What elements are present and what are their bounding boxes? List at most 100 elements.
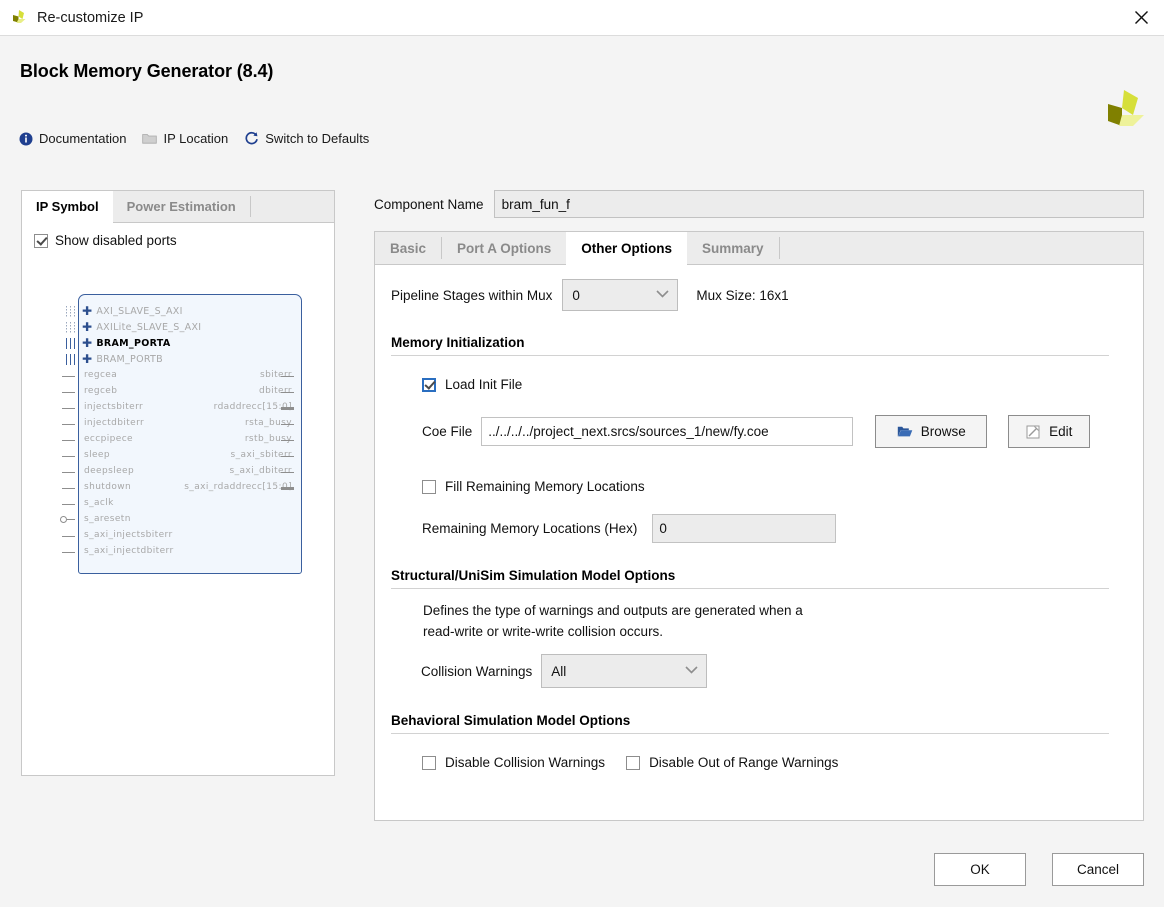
structural-simulation-section: Structural/UniSim Simulation Model Optio… (391, 568, 1125, 688)
interface-row-axi-slave[interactable]: ✚ AXI_SLAVE_S_AXI (82, 305, 183, 317)
port-stub (281, 392, 294, 393)
port-stub (281, 376, 294, 377)
tab-power-estimation-label: Power Estimation (127, 199, 236, 214)
port-label: sbiterr (260, 370, 292, 380)
disable-collision-warnings-label: Disable Collision Warnings (445, 755, 605, 770)
collision-warnings-select[interactable]: All (541, 654, 707, 688)
port-label: injectsbiterr (84, 402, 143, 412)
dialog-footer: OK Cancel (934, 853, 1144, 886)
port-stub-bus (281, 487, 294, 490)
cancel-button[interactable]: Cancel (1052, 853, 1144, 886)
interface-label: BRAM_PORTA (96, 338, 170, 349)
options-panel: Component Name bram_fun_f Basic Port A O… (374, 156, 1144, 821)
active-low-bubble-icon (60, 516, 67, 523)
structural-description-line-2: read-write or write-write collision occu… (423, 621, 1125, 642)
show-disabled-ports-checkbox[interactable] (34, 234, 48, 248)
disable-collision-warnings-row[interactable]: Disable Collision Warnings (422, 755, 605, 770)
port-label: s_axi_sbiterr (231, 450, 292, 460)
tab-ip-symbol[interactable]: IP Symbol (22, 191, 113, 223)
port-stub (62, 424, 75, 425)
port-label: deepsleep (84, 466, 134, 476)
other-options-content: Pipeline Stages within Mux 0 Mux Size: 1… (375, 265, 1143, 770)
chevron-down-icon (685, 666, 698, 677)
remaining-locations-input[interactable]: 0 (652, 514, 836, 543)
tab-other-options[interactable]: Other Options (566, 232, 687, 265)
interface-connector-axilite-slave (66, 322, 75, 333)
behavioral-checkbox-row: Disable Collision Warnings Disable Out o… (422, 755, 1125, 770)
disable-collision-warnings-checkbox[interactable] (422, 756, 436, 770)
port-label: shutdown (84, 482, 131, 492)
remaining-locations-label: Remaining Memory Locations (Hex) (422, 521, 637, 536)
component-name-input[interactable]: bram_fun_f (494, 190, 1144, 218)
browse-button[interactable]: Browse (875, 415, 987, 448)
port-stub (281, 440, 294, 441)
expand-icon[interactable]: ✚ (82, 337, 92, 349)
port-label: injectdbiterr (84, 418, 144, 428)
close-icon[interactable] (1118, 0, 1164, 35)
tab-basic[interactable]: Basic (375, 232, 441, 264)
disable-out-of-range-warnings-label: Disable Out of Range Warnings (649, 755, 838, 770)
show-disabled-ports-row[interactable]: Show disabled ports (34, 233, 322, 248)
documentation-link[interactable]: Documentation (11, 127, 134, 150)
interface-label: AXILite_SLAVE_S_AXI (96, 322, 201, 333)
expand-icon[interactable]: ✚ (82, 353, 92, 365)
coe-file-input[interactable]: ../../../../project_next.srcs/sources_1/… (481, 417, 853, 446)
options-tab-panel: Basic Port A Options Other Options Summa… (374, 231, 1144, 821)
dialog-header: Block Memory Generator (8.4) Documentati… (0, 36, 1164, 156)
port-label: s_axi_dbiterr (230, 466, 292, 476)
show-disabled-ports-label: Show disabled ports (55, 233, 177, 248)
interface-label: BRAM_PORTB (96, 354, 163, 365)
collision-warnings-row: Collision Warnings All (421, 654, 1125, 688)
pipeline-stages-select[interactable]: 0 (562, 279, 678, 311)
fill-remaining-label: Fill Remaining Memory Locations (445, 479, 645, 494)
tab-port-a-options[interactable]: Port A Options (442, 232, 566, 264)
left-tabstrip: IP Symbol Power Estimation (22, 191, 334, 223)
interface-row-bram-portb[interactable]: ✚ BRAM_PORTB (82, 353, 163, 365)
page-title: Block Memory Generator (8.4) (20, 61, 273, 82)
port-label: s_axi_rdaddrecc[15:0] (184, 482, 292, 492)
expand-icon[interactable]: ✚ (82, 305, 92, 317)
pipeline-stages-value: 0 (572, 288, 580, 303)
folder-icon (142, 132, 157, 145)
tab-port-a-options-label: Port A Options (457, 241, 551, 256)
load-init-file-label: Load Init File (445, 377, 522, 392)
disable-out-of-range-warnings-row[interactable]: Disable Out of Range Warnings (626, 755, 838, 770)
coe-file-label: Coe File (422, 424, 472, 439)
port-stub (281, 472, 294, 473)
port-label: rstb_busy (245, 434, 292, 444)
window-title: Re-customize IP (37, 10, 1118, 26)
pipeline-stages-label: Pipeline Stages within Mux (391, 288, 552, 303)
load-init-file-checkbox[interactable] (422, 378, 436, 392)
ip-location-link[interactable]: IP Location (134, 127, 236, 150)
coe-file-row: Coe File ../../../../project_next.srcs/s… (422, 415, 1125, 448)
fill-remaining-checkbox[interactable] (422, 480, 436, 494)
interface-row-axilite-slave[interactable]: ✚ AXILite_SLAVE_S_AXI (82, 321, 201, 333)
fill-remaining-row[interactable]: Fill Remaining Memory Locations (422, 479, 1125, 494)
interface-connector-bram-portb (66, 354, 75, 365)
disable-out-of-range-warnings-checkbox[interactable] (626, 756, 640, 770)
ip-location-label: IP Location (163, 131, 228, 146)
behavioral-title: Behavioral Simulation Model Options (391, 713, 1125, 728)
port-label: rsta_busy (245, 418, 292, 428)
port-stub-bus (281, 407, 294, 410)
tab-power-estimation[interactable]: Power Estimation (113, 191, 250, 222)
port-label: s_aresetn (84, 514, 131, 524)
switch-to-defaults-label: Switch to Defaults (265, 131, 369, 146)
switch-to-defaults-link[interactable]: Switch to Defaults (236, 127, 377, 150)
interface-row-bram-porta[interactable]: ✚ BRAM_PORTA (82, 337, 171, 349)
load-init-file-row[interactable]: Load Init File (422, 377, 1125, 392)
port-stub (62, 376, 75, 377)
edit-button[interactable]: Edit (1008, 415, 1090, 448)
port-stub (62, 504, 75, 505)
tab-other-options-label: Other Options (581, 241, 672, 256)
port-stub (62, 440, 75, 441)
interface-label: AXI_SLAVE_S_AXI (96, 306, 182, 317)
pipeline-stages-row: Pipeline Stages within Mux 0 Mux Size: 1… (391, 279, 1125, 311)
port-label: sleep (84, 450, 110, 460)
tab-divider (250, 196, 251, 217)
ok-button[interactable]: OK (934, 853, 1026, 886)
structural-description-line-1: Defines the type of warnings and outputs… (423, 600, 1125, 621)
tab-summary[interactable]: Summary (687, 232, 779, 264)
documentation-label: Documentation (39, 131, 126, 146)
expand-icon[interactable]: ✚ (82, 321, 92, 333)
